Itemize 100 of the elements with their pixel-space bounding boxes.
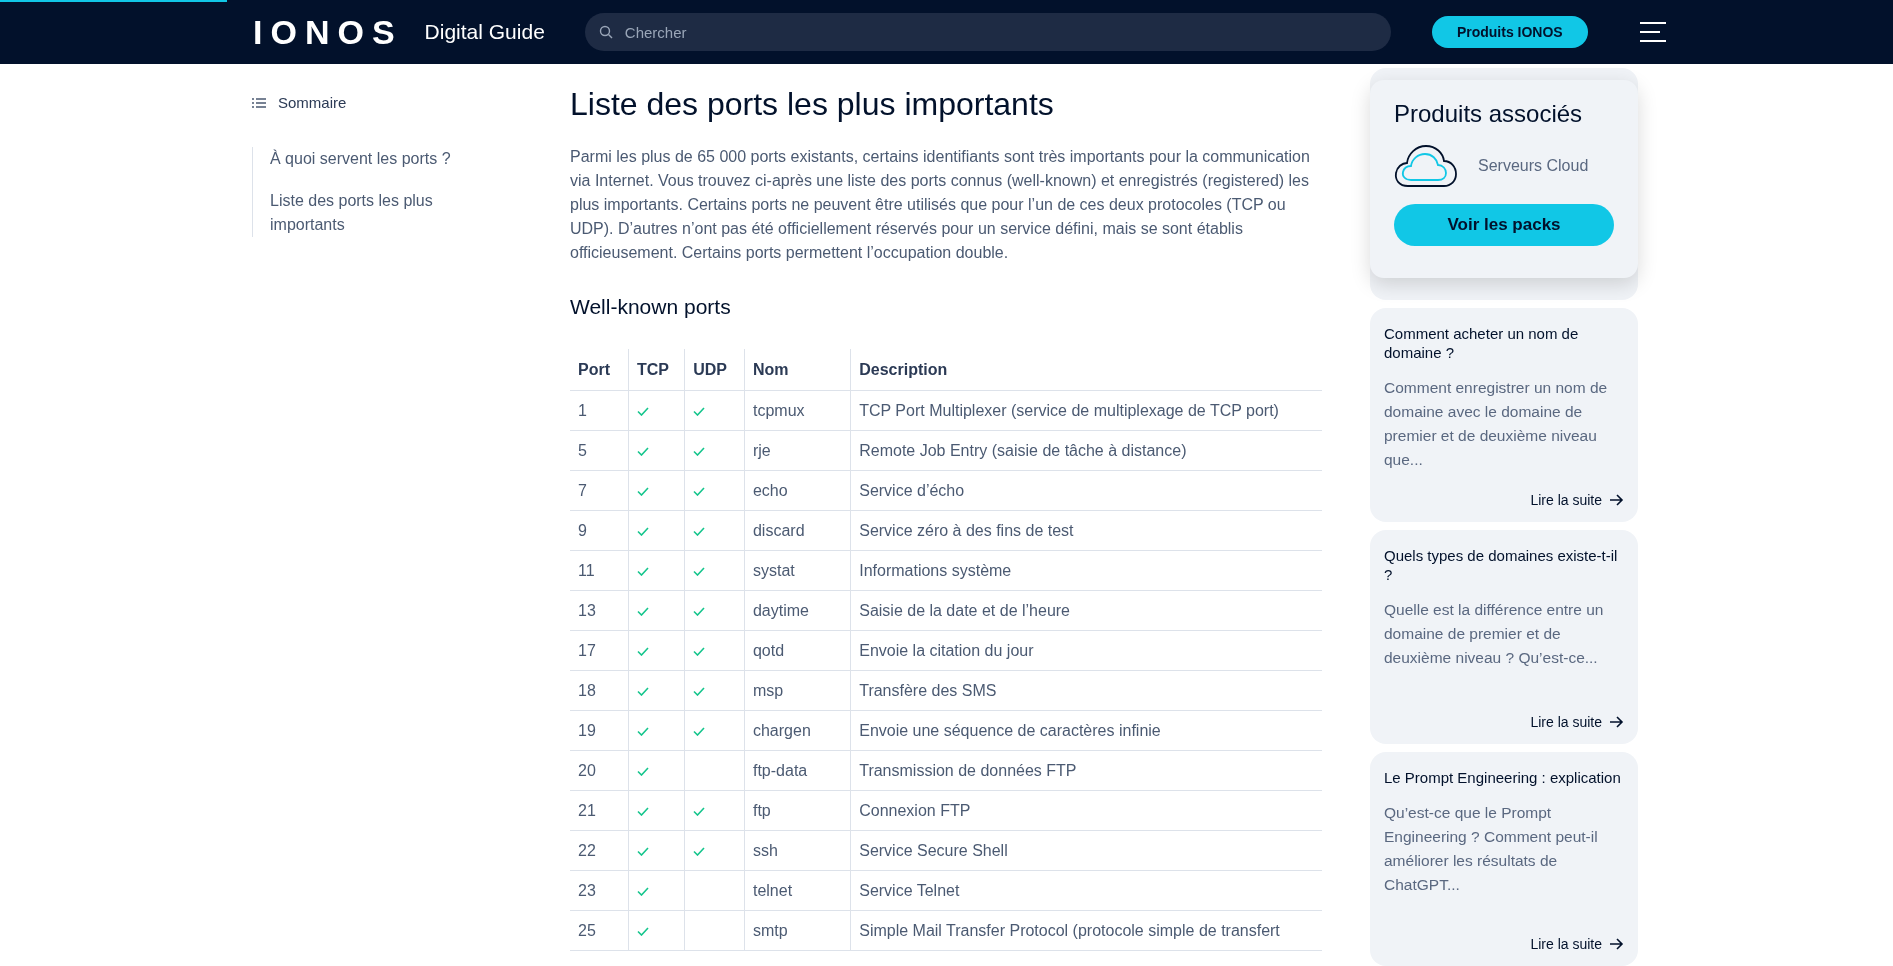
check-icon [636,926,649,936]
table-cell: smtp [744,910,851,951]
site-name[interactable]: Digital Guide [424,20,545,44]
read-more-link[interactable]: Lire la suite [1530,714,1624,730]
table-cell: 23 [570,870,629,911]
table-cell: 5 [570,430,629,471]
column-header: Nom [744,349,851,391]
table-cell: 25 [570,910,629,951]
table-cell: qotd [744,630,851,671]
column-header: UDP [684,349,745,391]
check-icon [636,406,649,416]
table-cell: 13 [570,590,629,631]
table-cell: rje [744,430,851,471]
check-icon [636,646,649,656]
check-icon [693,526,706,536]
check-icon [636,886,649,896]
packs-button[interactable]: Voir les packs [1394,204,1614,246]
table-cell: Envoie la citation du jour [850,630,1322,671]
table-cell: 11 [570,550,629,591]
read-more-link[interactable]: Lire la suite [1530,936,1624,952]
check-icon [636,606,649,616]
check-icon [693,806,706,816]
check-icon [636,766,649,776]
table-cell: Service zéro à des fins de test [850,510,1322,551]
card-heading: Produits associés [1394,100,1584,128]
check-icon [693,846,706,856]
check-icon [693,406,706,416]
column-header: Port [570,349,629,391]
check-icon [693,726,706,736]
menu-icon[interactable] [1639,22,1666,42]
product-name[interactable]: Serveurs Cloud [1478,157,1589,175]
check-icon [636,446,649,456]
table-cell: 1 [570,390,629,431]
section-heading: Well-known ports [570,295,732,319]
table-cell: Informations système [850,550,1322,591]
arrow-right-icon [1610,938,1624,950]
table-cell: tcpmux [744,390,851,431]
table-cell: 19 [570,710,629,751]
table-cell: 20 [570,750,629,791]
check-icon [636,486,649,496]
check-icon [693,686,706,696]
check-icon [693,566,706,576]
list-icon [252,97,266,108]
table-cell: ftp-data [744,750,851,791]
article-paragraph: Parmi les plus de 65 000 ports existants, certains identifiants sont très importants pour la communication via Internet. Vous trouvez ci-après une liste des ports connus (well-known) et enregistrés (registered) les plus importants. Certains ports ne peuvent être utilisés que pour l’un de ces deux protocoles (TCP ou UDP). D’autres n’ont pas été officiellement réservés pour un service défini, mais se sont établis officieusement. Certains ports permettent l’occupation double. [570,147,1311,263]
check-icon [636,566,649,576]
site-logo[interactable]: IONOS [253,12,403,52]
table-cell: telnet [744,870,851,911]
card-excerpt: Qu’est-ce que le Prompt Engineering ? Comment peut-il améliorer les résultats de ChatGPT... [1384,803,1599,895]
search-icon [598,25,613,39]
table-cell: Saisie de la date et de l’heure [850,590,1322,631]
table-cell: 21 [570,790,629,831]
table-cell: Connexion FTP [850,790,1322,831]
check-icon [693,446,706,456]
table-cell: Service Secure Shell [850,830,1322,871]
table-cell: Service Telnet [850,870,1322,911]
products-button[interactable]: Produits IONOS [1431,16,1588,48]
check-icon [636,526,649,536]
read-more-link[interactable]: Lire la suite [1530,492,1624,508]
table-cell: msp [744,670,851,711]
cloud-icon [1394,142,1458,190]
table-cell: 9 [570,510,629,551]
column-header: Description [850,349,1322,391]
toc-link[interactable]: Liste des ports les plus importants [270,189,510,237]
check-icon [636,686,649,696]
arrow-right-icon [1610,716,1624,728]
arrow-right-icon [1610,494,1624,506]
article-heading: Liste des ports les plus importants [570,86,1055,123]
card-excerpt: Comment enregistrer un nom de domaine avec le domaine de premier et de deuxième niveau que... [1384,378,1609,470]
check-icon [693,646,706,656]
table-cell: 18 [570,670,629,711]
card-title[interactable]: Le Prompt Engineering : explication [1384,768,1624,787]
column-header: TCP [628,349,685,391]
table-cell: 7 [570,470,629,511]
table-cell: Remote Job Entry (saisie de tâche à distance) [850,430,1322,471]
table-cell: daytime [744,590,851,631]
check-icon [693,606,706,616]
table-cell: Simple Mail Transfer Protocol (protocole simple de transfert [850,910,1322,951]
toc-title: Sommaire [278,94,347,111]
table-cell: ftp [744,790,851,831]
table-cell: Envoie une séquence de caractères infinie [850,710,1322,751]
table-cell: 22 [570,830,629,871]
check-icon [636,806,649,816]
card-title[interactable]: Quels types de domaines existe-t-il ? [1384,546,1624,584]
toc-link[interactable]: À quoi servent les ports ? [270,147,510,171]
table-cell: chargen [744,710,851,751]
table-cell: ssh [744,830,851,871]
table-cell: systat [744,550,851,591]
table-cell: 17 [570,630,629,671]
table-cell: TCP Port Multiplexer (service de multiplexage de TCP port) [850,390,1322,431]
search-field[interactable]: Chercher [584,13,1391,51]
check-icon [636,846,649,856]
table-cell: Transfère des SMS [850,670,1322,711]
table-cell: discard [744,510,851,551]
card-excerpt: Quelle est la différence entre un domaine de premier et de deuxième niveau ? Qu’est-ce... [1384,600,1605,668]
table-cell: echo [744,470,851,511]
table-cell: Service d’écho [850,470,1322,511]
check-icon [693,486,706,496]
check-icon [636,726,649,736]
card-title[interactable]: Comment acheter un nom de domaine ? [1384,324,1624,362]
